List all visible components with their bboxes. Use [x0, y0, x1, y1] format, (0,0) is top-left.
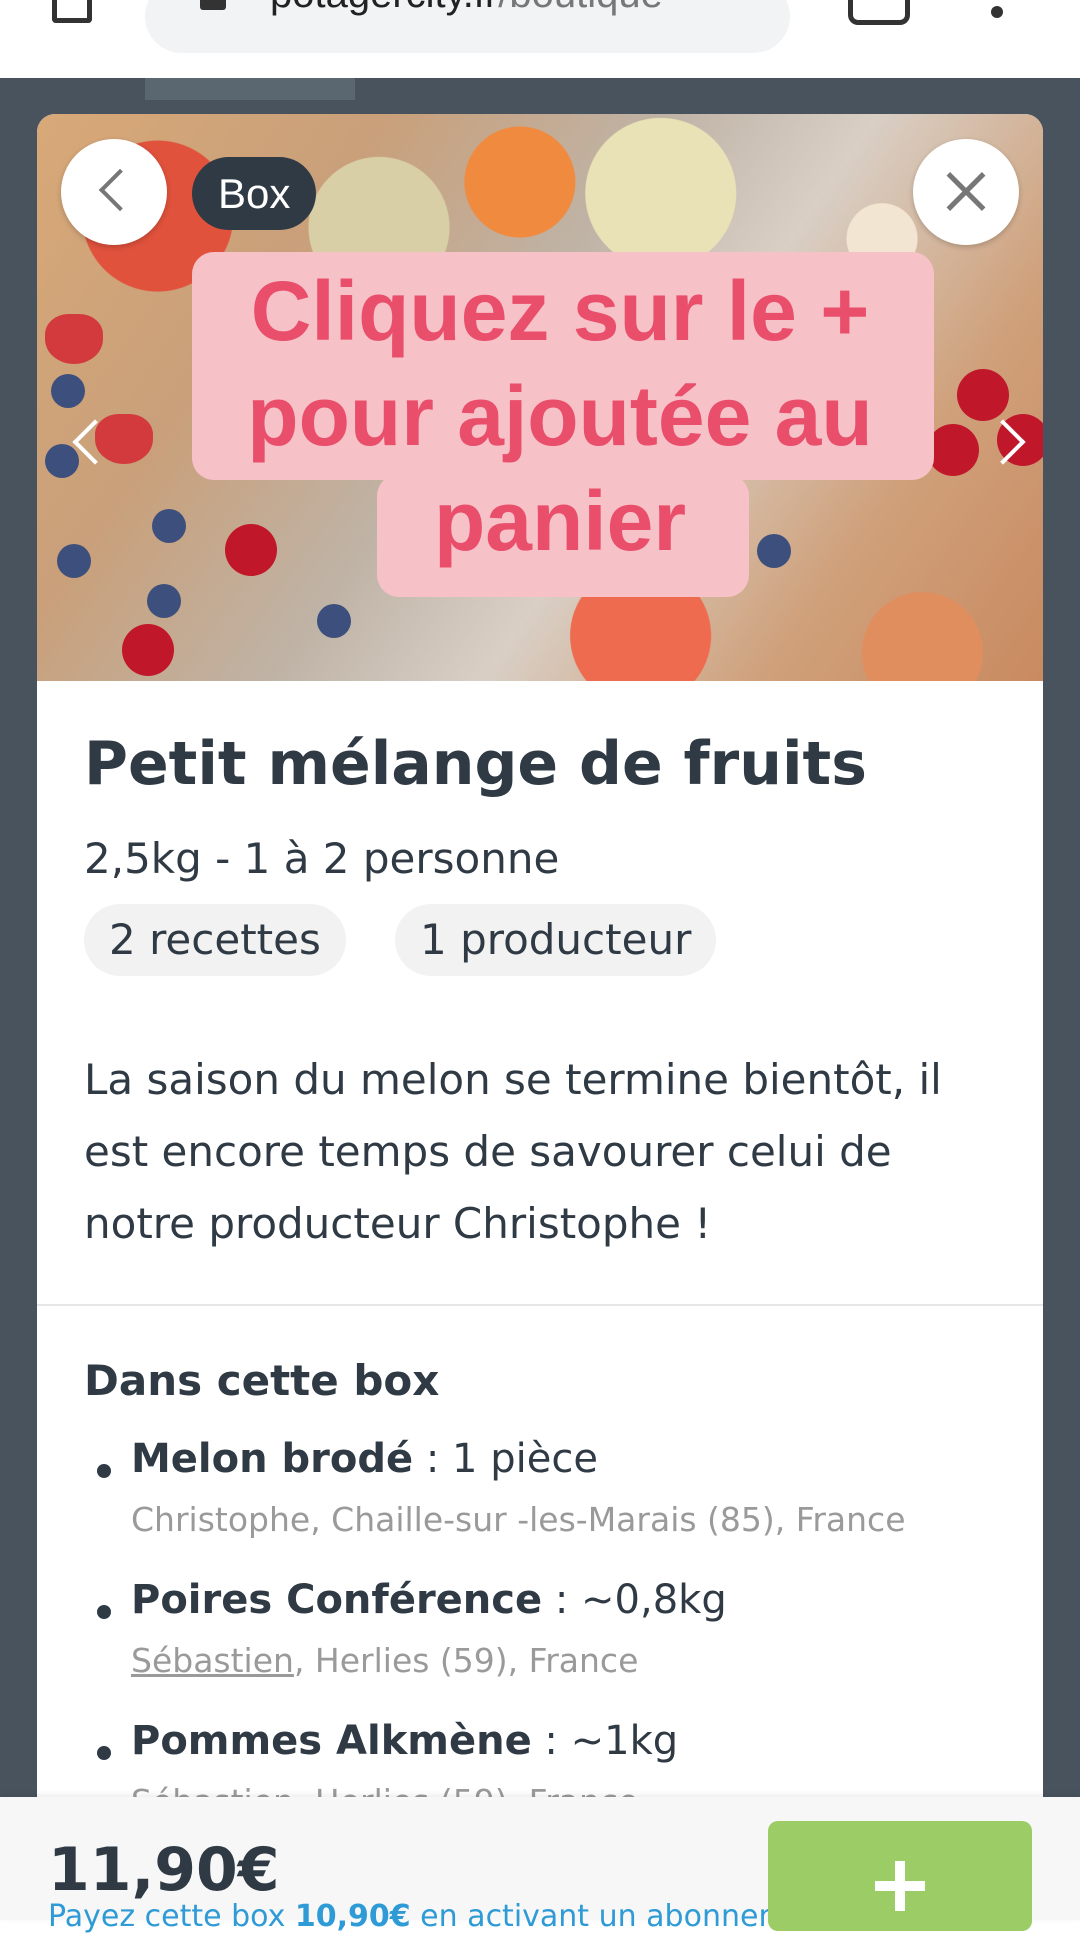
product-modal: Box Cliquez sur le + pour ajoutée au pan… [37, 114, 1043, 1834]
strawberry-decoration [45, 314, 103, 364]
item-origin: , Chaille-sur -les-Marais (85), France [310, 1500, 906, 1539]
item-name: Pommes Alkmène [131, 1718, 532, 1764]
tabs-icon[interactable] [52, 0, 92, 23]
producer-link[interactable]: Sébastien [131, 1641, 294, 1680]
product-title: Petit mélange de fruits [84, 729, 867, 799]
item-name: Melon brodé [131, 1436, 414, 1482]
close-button[interactable] [913, 139, 1019, 245]
purchase-bar: 11,90€ Payez cette box 10,90€ en activan… [0, 1797, 1080, 1934]
lock-icon[interactable] [200, 0, 226, 10]
overlay-instruction: Cliquez sur le + pour ajoutée au panier [187, 259, 933, 574]
item-quantity: : ~0,8kg [542, 1577, 727, 1623]
bullet-icon [97, 1746, 111, 1760]
address-bar[interactable]: potagercity.fr/boutique [145, 0, 790, 53]
overlay-line: panier [433, 474, 687, 568]
blueberry-decoration [317, 604, 351, 638]
chevron-left-icon [98, 168, 142, 212]
back-button[interactable] [61, 139, 167, 245]
overflow-menu-icon[interactable] [991, 6, 1003, 18]
cherry-decoration [957, 369, 1009, 421]
blueberry-decoration [152, 509, 186, 543]
producers-chip[interactable]: 1 producteur [395, 904, 717, 976]
url-text[interactable]: potagercity.fr/boutique [270, 0, 663, 17]
producer-link[interactable]: Christophe [131, 1500, 310, 1539]
subscription-promo[interactable]: Payez cette box 10,90€ en activant un ab… [48, 1899, 837, 1934]
browser-toolbar: potagercity.fr/boutique [0, 0, 1080, 78]
recipes-chip[interactable]: 2 recettes [84, 904, 346, 976]
bullet-icon [97, 1605, 111, 1619]
item-origin: , Herlies (59), France [293, 1641, 639, 1680]
section-title: Dans cette box [84, 1356, 440, 1405]
blueberry-decoration [147, 584, 181, 618]
add-to-cart-button[interactable] [768, 1821, 1032, 1931]
category-badge: Box [192, 157, 317, 230]
cherry-decoration [927, 424, 979, 476]
background-page-fragment [145, 78, 355, 100]
item-quantity: : ~1kg [531, 1718, 679, 1764]
item-quantity: : 1 pièce [413, 1436, 598, 1482]
blueberry-decoration [51, 374, 85, 408]
product-subtitle: 2,5kg - 1 à 2 personne [84, 834, 560, 883]
cherry-decoration [122, 624, 174, 676]
overlay-line: pour ajoutée au [247, 369, 873, 463]
blueberry-decoration [57, 544, 91, 578]
item-name: Poires Conférence [131, 1577, 543, 1623]
bullet-icon [97, 1464, 111, 1478]
blueberry-decoration [45, 444, 79, 478]
price: 11,90€ [48, 1835, 280, 1905]
divider [37, 1304, 1043, 1306]
overlay-line: Cliquez sur le + [250, 264, 870, 358]
tab-switcher-icon[interactable] [848, 0, 910, 25]
product-description: La saison du melon se termine bientôt, i… [84, 1055, 942, 1248]
